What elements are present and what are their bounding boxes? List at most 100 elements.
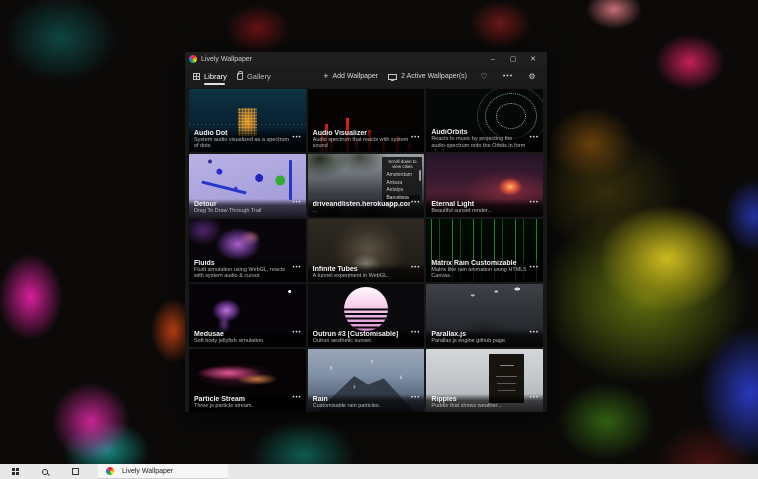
tile-subtitle: Puddle that shows weather...: [431, 403, 529, 410]
tile-subtitle: Reacts to music by projecting the audio-…: [431, 136, 529, 150]
city-dropdown-header: Scroll down to view cities: [384, 158, 420, 172]
city-option[interactable]: Ankara: [384, 180, 420, 188]
tile-title: Particle Stream: [194, 396, 292, 403]
tab-gallery[interactable]: Gallery: [237, 66, 271, 87]
tile-more-button[interactable]: •••: [530, 330, 539, 336]
taskbar-app-lively[interactable]: Lively Wallpaper: [98, 464, 228, 479]
task-view-icon: [72, 468, 79, 475]
tile-title: Audio Visualizer: [313, 130, 411, 137]
tile-more-button[interactable]: •••: [411, 200, 420, 206]
bag-icon: [237, 73, 243, 80]
tile-subtitle: ...: [313, 208, 411, 215]
library-content: Audio Dot System audio visualized as a s…: [185, 87, 547, 412]
active-wallpapers-button[interactable]: 2 Active Wallpaper(s): [388, 73, 467, 80]
tile-title: Audio Dot: [194, 130, 292, 137]
city-option[interactable]: Amsterdam: [384, 172, 420, 180]
outrun-sun: [344, 287, 388, 331]
favorites-button[interactable]: ♡: [477, 72, 491, 81]
tab-library-label: Library: [204, 72, 227, 81]
tile-title: Infinite Tubes: [313, 266, 411, 273]
tile-subtitle: Customisable rain particles.: [313, 403, 411, 410]
window-title: Lively Wallpaper: [201, 56, 483, 63]
tile-more-button[interactable]: •••: [530, 135, 539, 141]
more-menu-button[interactable]: •••: [501, 73, 515, 80]
tile-more-button[interactable]: •••: [292, 395, 301, 401]
tile-title: Parallax.js: [431, 331, 529, 338]
tile-subtitle: Beautiful sunset render...: [431, 208, 529, 215]
tile-subtitle: System audio visualized as a spectrum of…: [194, 137, 292, 150]
gear-icon: ⚙: [528, 72, 535, 81]
active-tab-underline: [204, 83, 225, 85]
settings-button[interactable]: ⚙: [525, 72, 539, 81]
tile-medusae[interactable]: Medusae Soft body jellyfish simulation. …: [189, 284, 306, 347]
task-view-button[interactable]: [60, 464, 90, 479]
window-titlebar[interactable]: Lively Wallpaper – ▢ ✕: [185, 52, 547, 66]
city-option[interactable]: Antalya: [384, 187, 420, 195]
tile-subtitle: Parallax.js engine github page.: [431, 338, 529, 345]
tile-subtitle: Matrix like rain animation using HTML5 C…: [431, 267, 529, 280]
tile-more-button[interactable]: •••: [411, 330, 420, 336]
monitor-icon: [388, 74, 397, 80]
tile-more-button[interactable]: •••: [292, 330, 301, 336]
tile-title: AudiOrbits: [431, 129, 529, 136]
active-wallpapers-label: 2 Active Wallpaper(s): [401, 73, 467, 80]
tile-ripples[interactable]: Ripples Puddle that shows weather... •••: [426, 349, 543, 412]
lively-wallpaper-window: Lively Wallpaper – ▢ ✕ Library Gallery +…: [185, 52, 547, 412]
add-wallpaper-label: Add Wallpaper: [332, 73, 378, 80]
lively-app-icon: [106, 467, 114, 475]
tile-eternal-light[interactable]: Eternal Light Beautiful sunset render...…: [426, 154, 543, 217]
taskbar-app-label: Lively Wallpaper: [122, 468, 173, 475]
tile-subtitle: Three.js particle stream.: [194, 403, 292, 410]
tile-audio-visualizer[interactable]: Audio Visualizer Audio spectrum that rea…: [308, 89, 425, 152]
tab-library[interactable]: Library: [193, 66, 227, 87]
toolbar: Library Gallery + Add Wallpaper 2 Active…: [185, 66, 547, 87]
lively-app-icon: [189, 55, 197, 63]
close-button[interactable]: ✕: [523, 52, 543, 66]
tile-audio-dot[interactable]: Audio Dot System audio visualized as a s…: [189, 89, 306, 152]
tile-matrix-rain[interactable]: Matrix Rain Customizable Matrix like rai…: [426, 219, 543, 282]
tile-subtitle: A tunnel experiment in WebGL.: [313, 273, 411, 280]
tile-title: Ripples: [431, 396, 529, 403]
heart-icon: ♡: [480, 72, 487, 81]
tile-title: Medusae: [194, 331, 292, 338]
tile-fluids[interactable]: Fluids Fluid simulation using WebGL, rea…: [189, 219, 306, 282]
tile-outrun[interactable]: Outrun #3 [Customisable] Outrun aestheti…: [308, 284, 425, 347]
minimize-button[interactable]: –: [483, 52, 503, 66]
tile-particle-stream[interactable]: Particle Stream Three.js particle stream…: [189, 349, 306, 412]
tile-infinite-tubes[interactable]: Infinite Tubes A tunnel experiment in We…: [308, 219, 425, 282]
tile-subtitle: Soft body jellyfish simulation.: [194, 338, 292, 345]
taskbar: Lively Wallpaper: [0, 464, 758, 479]
tile-more-button[interactable]: •••: [411, 135, 420, 141]
plus-icon: +: [323, 72, 328, 81]
tile-more-button[interactable]: •••: [292, 265, 301, 271]
start-button[interactable]: [0, 464, 30, 479]
tile-driveandlisten[interactable]: Scroll down to view cities Amsterdam Ank…: [308, 154, 425, 217]
tile-title: Eternal Light: [431, 201, 529, 208]
tile-subtitle: Outrun aesthetic sunset.: [313, 338, 411, 345]
tile-title: Fluids: [194, 260, 292, 267]
search-icon: [42, 469, 48, 475]
city-dropdown[interactable]: Scroll down to view cities Amsterdam Ank…: [382, 157, 422, 201]
tile-subtitle: Fluid simulation using WebGL, reacts wit…: [194, 267, 292, 280]
tile-more-button[interactable]: •••: [411, 395, 420, 401]
tile-detour[interactable]: Detour Drag To Draw Through Trail •••: [189, 154, 306, 217]
maximize-button[interactable]: ▢: [503, 52, 523, 66]
tile-rain[interactable]: Rain Customisable rain particles. •••: [308, 349, 425, 412]
tile-more-button[interactable]: •••: [530, 265, 539, 271]
tile-more-button[interactable]: •••: [292, 135, 301, 141]
taskbar-search-button[interactable]: [30, 464, 60, 479]
tile-title: Outrun #3 [Customisable]: [313, 331, 411, 338]
add-wallpaper-button[interactable]: + Add Wallpaper: [323, 72, 378, 81]
tile-audiorbits[interactable]: AudiOrbits Reacts to music by projecting…: [426, 89, 543, 152]
grid-icon: [193, 73, 200, 80]
tile-more-button[interactable]: •••: [411, 265, 420, 271]
tile-title: Rain: [313, 396, 411, 403]
tile-more-button[interactable]: •••: [530, 395, 539, 401]
tile-parallaxjs[interactable]: Parallax.js Parallax.js engine github pa…: [426, 284, 543, 347]
tile-title: driveandlisten.herokuapp.com: [313, 201, 411, 208]
tile-more-button[interactable]: •••: [292, 200, 301, 206]
tile-more-button[interactable]: •••: [530, 200, 539, 206]
windows-logo-icon: [12, 468, 19, 475]
tile-subtitle: Audio spectrum that reacts with system s…: [313, 137, 411, 150]
tab-gallery-label: Gallery: [247, 72, 271, 81]
